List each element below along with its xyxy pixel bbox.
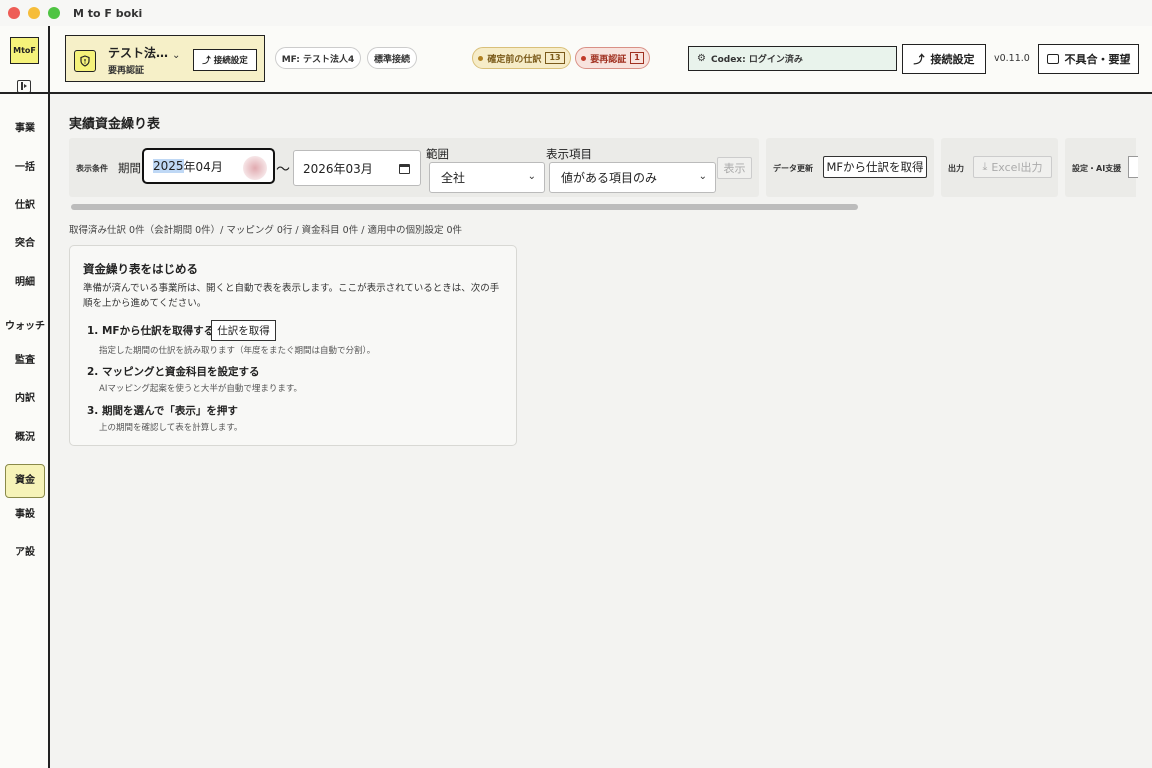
sidebar-item-journal[interactable]: 仕訳 xyxy=(5,189,45,223)
app-header: テスト法… 要再認証 ⌄ ⤴ 接続設定 MF: テスト法人4 標準接続 確定前の… xyxy=(50,26,1152,94)
close-window-button[interactable] xyxy=(8,7,20,19)
period-start-input[interactable]: 2025 年04月 xyxy=(142,148,275,184)
display-items-label: 表示項目 xyxy=(546,147,592,161)
sidebar-item-breakdown[interactable]: 内訳 xyxy=(5,382,45,416)
mouse-cursor-highlight xyxy=(243,156,267,180)
step-1-description: 指定した期間の仕訳を読み取ります（年度をまたぐ期間は自動で分割）。 xyxy=(99,346,376,356)
step-3-title: 3. 期間を選んで「表示」を押す xyxy=(87,405,238,417)
sidebar-item-funds[interactable]: 資金 xyxy=(5,464,45,498)
period-label: 期間 xyxy=(118,161,141,175)
reauth-required-badge[interactable]: 要再認証 1 xyxy=(575,47,650,69)
getting-started-card: 資金繰り表をはじめる 準備が済んでいる事業所は、開くと自動で表を表示します。ここ… xyxy=(69,245,517,446)
app-version: v0.11.0 xyxy=(994,53,1030,64)
app-logo[interactable]: MtoF xyxy=(10,37,39,64)
sidebar-item-reconcile[interactable]: 突合 xyxy=(5,227,45,261)
company-switcher[interactable]: テスト法… 要再認証 ⌄ ⤴ 接続設定 xyxy=(65,35,265,82)
sidebar-item-details[interactable]: 明細 xyxy=(5,266,45,300)
sidebar-item-business[interactable]: 事業 xyxy=(5,112,45,146)
display-conditions-label: 表示条件 xyxy=(76,164,108,173)
plug-icon: ⤴ xyxy=(913,53,925,66)
sidebar-divider xyxy=(0,92,48,94)
comment-icon xyxy=(1046,54,1059,64)
codex-login-status[interactable]: ⚙ Codex: ログイン済み xyxy=(688,46,897,71)
fetch-from-mf-button[interactable]: MFから仕訳を取得 xyxy=(823,156,927,178)
data-update-group: データ更新 MFから仕訳を取得 xyxy=(766,138,934,197)
output-label: 出力 xyxy=(948,164,964,173)
period-range-tilde: 〜 xyxy=(276,162,290,178)
chevron-down-icon[interactable]: ⌄ xyxy=(172,50,180,61)
scope-label: 範囲 xyxy=(426,147,449,161)
step-3-description: 上の期間を確認して表を計算します。 xyxy=(99,423,243,433)
standard-connection-pill: 標準接続 xyxy=(367,47,417,69)
chevron-down-icon: ⌄ xyxy=(527,171,536,182)
display-conditions-group: 表示条件 期間 2025 年04月 〜 2026年03月 範囲 全社 ⌄ 表示項目… xyxy=(69,138,759,197)
period-end-input[interactable]: 2026年03月 xyxy=(293,150,421,186)
plug-icon: ⤴ xyxy=(202,56,211,66)
download-icon: ⤓ xyxy=(982,160,988,173)
settings-ai-group: 設定・AI支援 xyxy=(1065,138,1138,197)
window-controls xyxy=(8,7,60,19)
sidebar-item-audit[interactable]: 監査 xyxy=(5,344,45,378)
data-update-label: データ更新 xyxy=(773,164,813,173)
reauth-count: 1 xyxy=(630,52,644,64)
fetch-journals-button[interactable]: 仕訳を取得 xyxy=(211,320,276,341)
sidebar-item-batch[interactable]: 一括 xyxy=(5,151,45,185)
feedback-button[interactable]: 不具合・要望 xyxy=(1038,44,1139,74)
chevron-down-icon: ⌄ xyxy=(698,171,707,182)
sidebar-item-watch[interactable]: ウォッチ xyxy=(5,310,45,344)
maximize-window-button[interactable] xyxy=(48,7,60,19)
output-group: 出力 ⤓ Excel出力 xyxy=(941,138,1058,197)
pending-count: 13 xyxy=(545,52,565,64)
settings-ai-button-clipped[interactable] xyxy=(1128,156,1138,178)
step-1-title: 1. MFから仕訳を取得する xyxy=(87,325,215,337)
window-title: M to F boki xyxy=(73,6,143,20)
sidebar: MtoF 事業 一括 仕訳 突合 明細 ウォッチ 監査 内訳 概況 資金 事設 … xyxy=(0,26,50,768)
display-items-select[interactable]: 値がある項目のみ ⌄ xyxy=(549,162,716,193)
window-titlebar: M to F boki xyxy=(0,0,1152,26)
data-stats-text: 取得済み仕訳 0件（会計期間 0件）/ マッピング 0行 / 資金科目 0件 /… xyxy=(69,225,463,236)
sidebar-item-app-settings[interactable]: ア設 xyxy=(5,536,45,570)
card-description: 準備が済んでいる事業所は、開くと自動で表を表示します。ここが表示されているときは… xyxy=(83,283,500,309)
pending-journals-badge[interactable]: 確定前の仕訳 13 xyxy=(472,47,571,69)
show-button[interactable]: 表示 xyxy=(717,157,752,179)
scrollbar-thumb[interactable] xyxy=(71,204,858,210)
company-auth-status: 要再認証 xyxy=(108,66,145,76)
chip-icon: ⚙ xyxy=(697,53,706,64)
card-title: 資金繰り表をはじめる xyxy=(83,262,198,276)
toolbar-horizontal-scrollbar[interactable] xyxy=(69,202,1136,212)
status-dot-icon xyxy=(581,55,587,61)
shield-icon xyxy=(74,50,96,72)
step-2-description: AIマッピング起案を使うと大半が自動で埋まります。 xyxy=(99,384,302,394)
sidebar-item-business-settings[interactable]: 事設 xyxy=(5,498,45,532)
scope-select[interactable]: 全社 ⌄ xyxy=(429,162,545,193)
excel-export-button[interactable]: ⤓ Excel出力 xyxy=(973,156,1052,178)
settings-ai-label: 設定・AI支援 xyxy=(1072,164,1122,173)
calendar-icon[interactable] xyxy=(399,164,410,174)
mf-company-pill: MF: テスト法人4 xyxy=(275,47,361,69)
minimize-window-button[interactable] xyxy=(28,7,40,19)
company-connection-settings-button[interactable]: ⤴ 接続設定 xyxy=(193,49,257,71)
step-2-title: 2. マッピングと資金科目を設定する xyxy=(87,366,260,378)
page-title: 実績資金繰り表 xyxy=(69,117,161,132)
status-dot-icon xyxy=(478,55,484,61)
sidebar-item-overview[interactable]: 概況 xyxy=(5,421,45,455)
company-name: テスト法… xyxy=(108,46,169,60)
period-start-year: 2025 xyxy=(153,159,184,173)
connection-settings-button[interactable]: ⤴ 接続設定 xyxy=(902,44,986,74)
